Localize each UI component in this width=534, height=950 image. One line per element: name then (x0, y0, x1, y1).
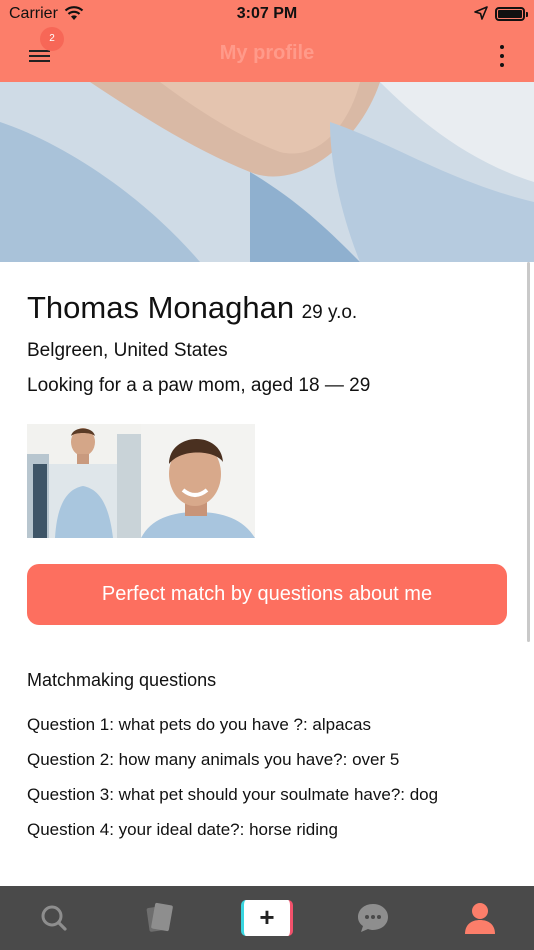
profile-name: Thomas Monaghan (27, 290, 295, 325)
cover-photo (0, 82, 534, 262)
chat-icon (358, 904, 388, 932)
battery-icon (495, 7, 528, 21)
search-icon (41, 905, 67, 931)
question-item: Question 3: what pet should your soulmat… (27, 785, 439, 804)
tab-search[interactable] (34, 900, 74, 936)
more-button[interactable] (492, 43, 512, 69)
profile-location: Belgreen, United States (27, 340, 228, 361)
cards-icon (146, 902, 173, 932)
nav-bar: 2 My profile (0, 27, 534, 82)
tab-profile[interactable] (460, 900, 500, 936)
perfect-match-button[interactable]: Perfect match by questions about me (27, 564, 507, 625)
page-title: My profile (219, 42, 315, 64)
question-item: Question 1: what pets do you have ?: alp… (27, 715, 372, 734)
gallery-photo[interactable] (141, 424, 255, 538)
tab-bar: + (0, 886, 534, 950)
scrollbar[interactable] (527, 262, 530, 642)
question-item: Question 2: how many animals you have?: … (27, 750, 400, 769)
profile-looking-for: Looking for a a paw mom, aged 18 — 29 (27, 375, 371, 396)
profile-icon (465, 903, 495, 934)
add-button[interactable]: + (241, 900, 293, 936)
location-arrow-icon (474, 6, 488, 25)
tab-cards[interactable] (140, 900, 180, 936)
status-bar: Carrier 3:07 PM (0, 0, 534, 30)
clock: 3:07 PM (236, 5, 298, 22)
gallery-photo[interactable] (27, 424, 141, 538)
tab-chat[interactable] (353, 900, 393, 936)
profile-age: 29 y.o. (301, 302, 358, 323)
questions-list: Question 1: what pets do you have ?: alp… (27, 715, 438, 855)
questions-heading: Matchmaking questions (27, 670, 217, 690)
profile-header: Thomas Monaghan 29 y.o. (27, 290, 357, 326)
question-item: Question 4: your ideal date?: horse ridi… (27, 820, 338, 839)
